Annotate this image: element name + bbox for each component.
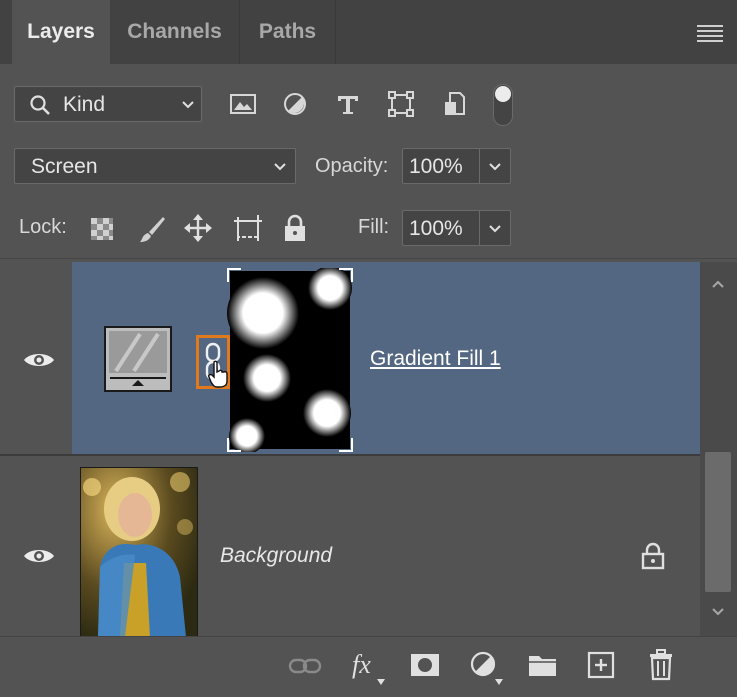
chevron-down-icon: [489, 225, 501, 233]
lock-transparent-pixels-icon[interactable]: [90, 217, 114, 241]
fill-label: Fill:: [358, 216, 390, 238]
divider: [0, 258, 737, 259]
layer-name[interactable]: Gradient Fill 1: [370, 347, 501, 371]
type-filter-icon[interactable]: [335, 92, 361, 116]
adjustment-dropdown-arrow-icon: [495, 679, 503, 685]
visibility-eye-icon[interactable]: [22, 545, 56, 567]
chevron-down-icon: [274, 163, 286, 171]
lock-position-icon[interactable]: [183, 213, 213, 243]
fx-icon[interactable]: fx: [352, 650, 371, 680]
tab-layers[interactable]: Layers: [12, 0, 110, 64]
trash-icon[interactable]: [648, 649, 674, 681]
opacity-input[interactable]: 100%: [402, 148, 480, 184]
shape-filter-icon[interactable]: [387, 90, 415, 118]
new-layer-icon[interactable]: [587, 651, 615, 679]
layer-name[interactable]: Background: [220, 544, 332, 568]
toggle-knob: [495, 86, 511, 102]
tab-paths[interactable]: Paths: [240, 0, 336, 64]
smart-object-filter-icon[interactable]: [442, 90, 468, 118]
image-filter-icon[interactable]: [229, 92, 257, 116]
lock-all-icon[interactable]: [283, 213, 307, 243]
layer-mask-thumbnail[interactable]: [227, 268, 353, 452]
tab-channels[interactable]: Channels: [110, 0, 240, 64]
blend-mode-select[interactable]: Screen: [14, 148, 296, 184]
mask-link-icon[interactable]: [196, 335, 230, 389]
opacity-dropdown-button[interactable]: [479, 148, 511, 184]
lock-image-pixels-icon[interactable]: [137, 214, 167, 244]
scroll-up-icon[interactable]: [710, 278, 726, 290]
search-icon: [30, 95, 50, 115]
layer-lock-icon[interactable]: [641, 542, 665, 570]
lock-artboard-icon[interactable]: [232, 213, 264, 243]
scrollbar-thumb[interactable]: [705, 452, 731, 592]
filter-toggle[interactable]: [493, 84, 513, 126]
adjustment-layer-icon[interactable]: [470, 651, 498, 679]
link-layers-icon[interactable]: [288, 654, 322, 678]
kind-filter-select[interactable]: Kind: [14, 86, 202, 122]
layer-mask-icon[interactable]: [410, 652, 440, 678]
fill-input[interactable]: 100%: [402, 210, 480, 246]
lock-label: Lock:: [19, 216, 67, 238]
group-folder-icon[interactable]: [527, 652, 559, 678]
blend-mode-value: Screen: [31, 155, 98, 178]
fill-dropdown-button[interactable]: [479, 210, 511, 246]
kind-label: Kind: [63, 93, 106, 116]
panel-menu-icon[interactable]: [697, 25, 723, 43]
fill-value: 100%: [409, 217, 463, 240]
chevron-down-icon: [489, 163, 501, 171]
background-photo-thumbnail[interactable]: [80, 467, 198, 637]
adjustment-filter-icon[interactable]: [282, 92, 308, 116]
chevron-down-icon: [182, 101, 194, 109]
gradient-fill-thumbnail-icon[interactable]: [104, 326, 172, 392]
opacity-value: 100%: [409, 155, 463, 178]
opacity-label: Opacity:: [315, 155, 389, 177]
fx-dropdown-arrow-icon: [377, 679, 385, 685]
scroll-down-icon[interactable]: [710, 606, 726, 618]
visibility-eye-icon[interactable]: [22, 349, 56, 371]
